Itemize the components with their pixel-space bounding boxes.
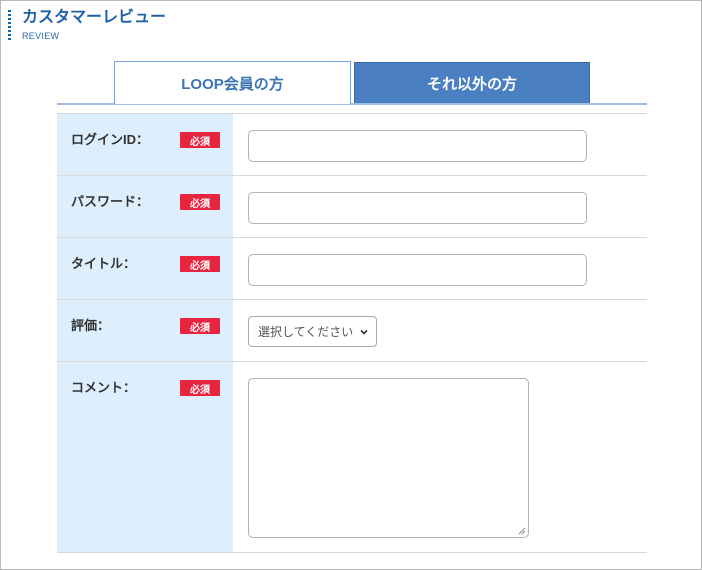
form-row-rating: 評価： 必須 選択してください <box>57 299 647 361</box>
tab-others[interactable]: それ以外の方 <box>354 62 590 104</box>
title-marker <box>8 10 11 42</box>
page-subtitle: REVIEW <box>22 31 60 41</box>
login-id-label: ログインID： <box>71 132 150 147</box>
form-row-title: タイトル： 必須 <box>57 237 647 299</box>
rating-select-value: 選択してください <box>258 325 354 339</box>
password-input[interactable] <box>248 192 587 224</box>
password-label: パスワード： <box>71 194 150 209</box>
required-badge: 必須 <box>180 194 220 210</box>
rating-label: 評価： <box>71 318 111 333</box>
required-badge: 必須 <box>180 380 220 396</box>
comment-textarea[interactable] <box>248 378 529 538</box>
required-badge: 必須 <box>180 256 220 272</box>
comment-label: コメント： <box>71 380 137 395</box>
rating-select[interactable]: 選択してください <box>248 316 377 347</box>
label-cell: パスワード： 必須 <box>57 176 233 237</box>
form-row-password: パスワード： 必須 <box>57 175 647 237</box>
resize-grip-icon[interactable] <box>517 526 526 535</box>
form-row-login-id: ログインID： 必須 <box>57 113 647 175</box>
title-input[interactable] <box>248 254 587 286</box>
page-header: カスタマーレビュー REVIEW <box>8 8 308 44</box>
login-id-input[interactable] <box>248 130 587 162</box>
title-label: タイトル： <box>71 256 137 271</box>
tab-loop-member[interactable]: LOOP会員の方 <box>114 61 351 104</box>
label-cell: ログインID： 必須 <box>57 114 233 175</box>
required-badge: 必須 <box>180 318 220 334</box>
review-form: ログインID： 必須 パスワード： 必須 タイトル： 必須 評価： 必須 選択し… <box>57 113 647 553</box>
label-cell: コメント： 必須 <box>57 362 233 552</box>
page-title: カスタマーレビュー <box>22 9 167 26</box>
form-row-comment: コメント： 必須 <box>57 361 647 553</box>
chevron-down-icon <box>360 329 368 335</box>
required-badge: 必須 <box>180 132 220 148</box>
label-cell: 評価： 必須 <box>57 300 233 361</box>
label-cell: タイトル： 必須 <box>57 238 233 299</box>
